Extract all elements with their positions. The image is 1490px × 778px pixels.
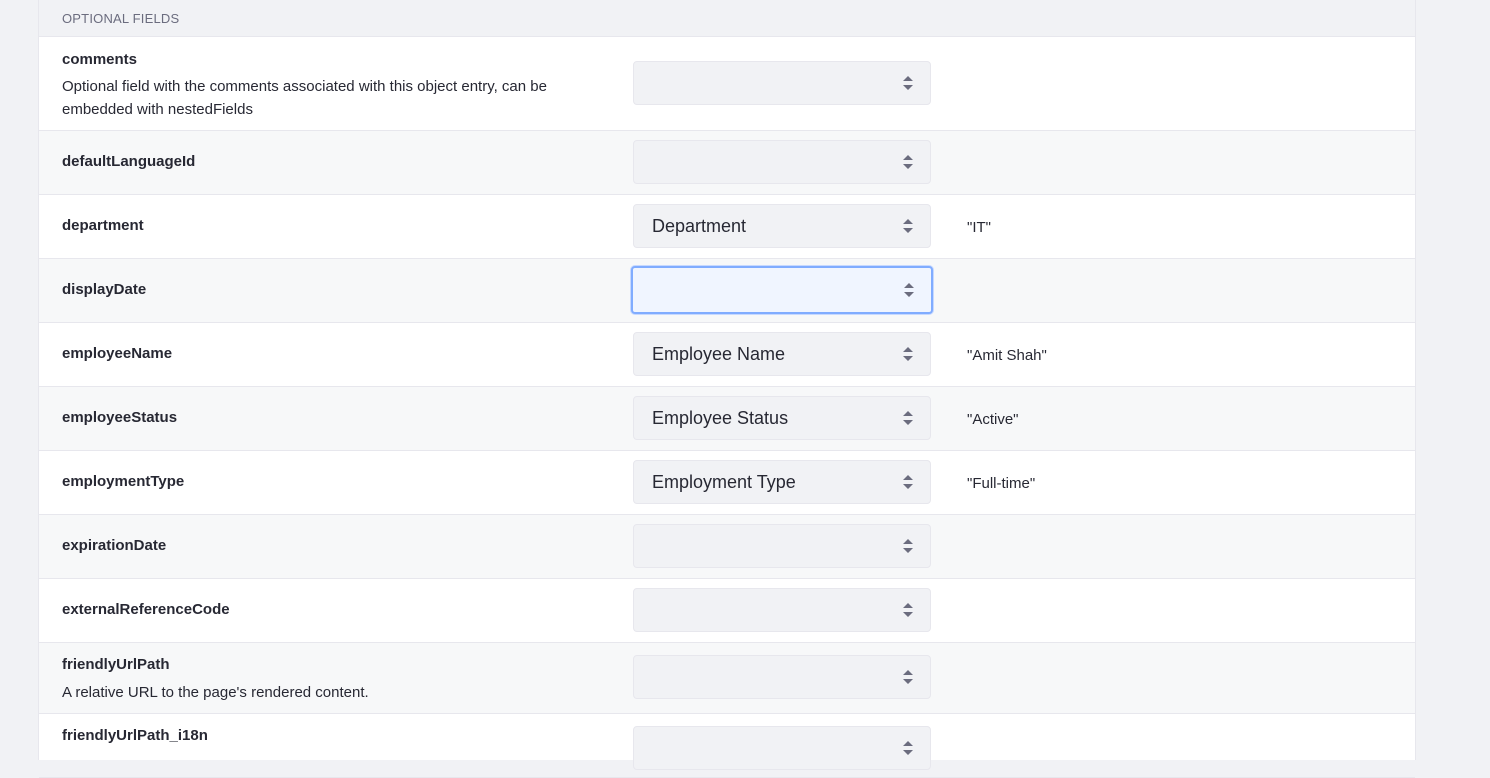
field-row-displaydate: displayDate [39, 259, 1415, 323]
select-value: Employee Status [652, 407, 789, 428]
field-name: externalReferenceCode [62, 601, 230, 618]
expirationdate-select[interactable] [633, 524, 931, 568]
sort-arrows-icon [903, 539, 913, 553]
field-value: "Active" [967, 411, 1019, 428]
friendlyurlpath-i18n-select[interactable] [633, 726, 931, 770]
field-description: A relative URL to the page's rendered co… [62, 684, 369, 701]
select-value: Employment Type [652, 471, 796, 492]
section-header: OPTIONAL FIELDS [39, 0, 1415, 37]
field-value: "IT" [967, 219, 991, 236]
field-name: department [62, 217, 144, 234]
optional-fields-panel: OPTIONAL FIELDS comments Optional field … [38, 0, 1416, 778]
field-name: expirationDate [62, 537, 167, 554]
sort-arrows-icon [903, 155, 913, 169]
comments-select[interactable] [633, 61, 931, 105]
field-value: "Amit Shah" [967, 347, 1047, 364]
select-value: Employee Name [652, 343, 786, 364]
employmenttype-select[interactable]: Employment Type [633, 460, 931, 504]
field-row-friendlyurlpath: friendlyUrlPath A relative URL to the pa… [39, 643, 1415, 714]
sort-arrows-icon [903, 475, 913, 489]
sort-arrows-icon [903, 741, 913, 755]
field-row-comments: comments Optional field with the comment… [39, 37, 1415, 131]
select-value: Department [652, 215, 747, 236]
field-row-expirationdate: expirationDate [39, 515, 1415, 579]
field-name: employeeName [62, 345, 173, 362]
sort-arrows-icon [903, 411, 913, 425]
field-row-externalreferencecode: externalReferenceCode [39, 579, 1415, 643]
sort-arrows-icon [903, 347, 913, 361]
field-row-employeename: employeeName Employee Name "Amit Shah" [39, 323, 1415, 387]
field-row-employmenttype: employmentType Employment Type "Full-tim… [39, 451, 1415, 515]
field-name: defaultLanguageId [62, 153, 196, 170]
sort-arrows-icon [903, 670, 913, 684]
field-name: displayDate [62, 281, 147, 298]
field-name: friendlyUrlPath_i18n [62, 727, 208, 744]
department-select[interactable]: Department [633, 204, 931, 248]
field-name: comments [62, 51, 138, 68]
field-name: employmentType [62, 473, 185, 490]
employeename-select[interactable]: Employee Name [633, 332, 931, 376]
friendlyurlpath-select[interactable] [633, 655, 931, 699]
field-row-defaultlanguageid: defaultLanguageId [39, 131, 1415, 195]
employeestatus-select[interactable]: Employee Status [633, 396, 931, 440]
displaydate-select[interactable] [631, 266, 933, 314]
field-value: "Full-time" [967, 475, 1036, 492]
field-name: employeeStatus [62, 409, 178, 426]
field-row-friendlyurlpath-i18n: friendlyUrlPath_i18n [39, 714, 1415, 778]
sort-arrows-icon [903, 603, 913, 617]
field-row-employeestatus: employeeStatus Employee Status "Active" [39, 387, 1415, 451]
field-row-department: department Department "IT" [39, 195, 1415, 259]
field-description: Optional field with the comments associa… [62, 78, 547, 118]
field-name: friendlyUrlPath [62, 656, 170, 673]
externalreferencecode-select[interactable] [633, 588, 931, 632]
sort-arrows-icon [903, 219, 913, 233]
sort-arrows-icon [904, 283, 914, 297]
sort-arrows-icon [903, 76, 913, 90]
defaultlanguageid-select[interactable] [633, 140, 931, 184]
